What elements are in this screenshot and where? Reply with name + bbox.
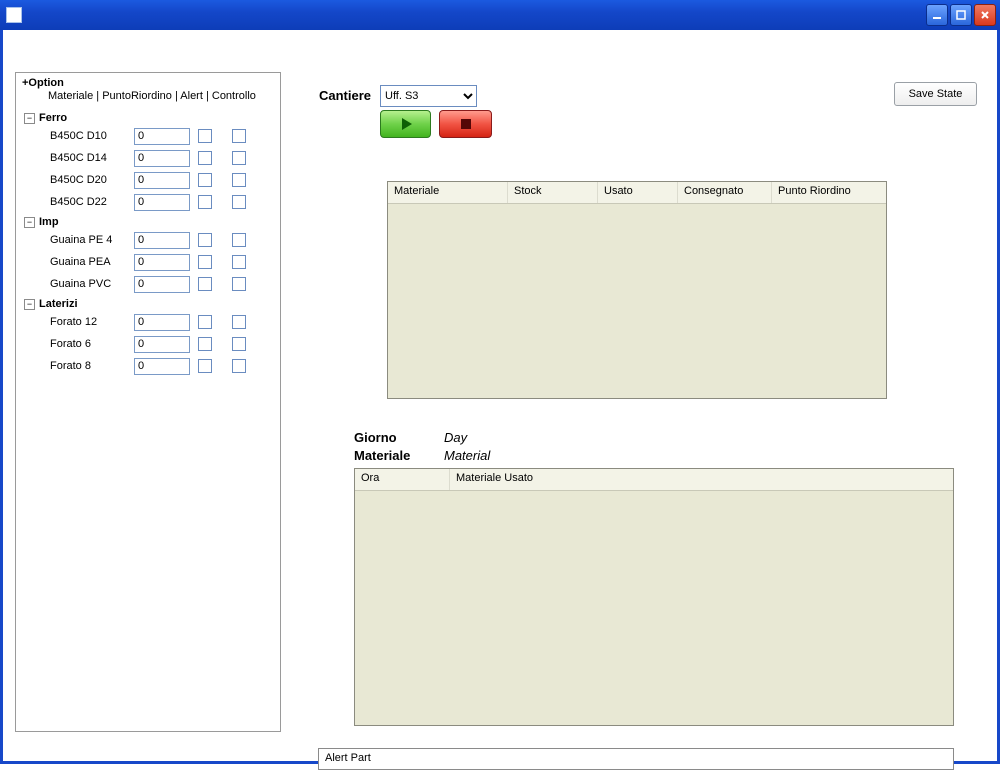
play-button[interactable] [380,110,431,138]
item-value-input[interactable] [134,314,190,331]
col-materiale-usato[interactable]: Materiale Usato [450,469,953,490]
cantiere-label: Cantiere [319,88,371,103]
category-label: Ferro [39,112,67,124]
item-checkbox-2[interactable] [232,151,246,165]
tree-category: −Imp Guaina PE 4 Guaina PEA Guaina PVC [24,216,274,294]
collapse-icon[interactable]: − [24,113,35,124]
giorno-label: Giorno [354,430,424,445]
item-checkbox-2[interactable] [232,233,246,247]
materiale-label: Materiale [354,448,424,463]
stop-button[interactable] [439,110,492,138]
item-checkbox-1[interactable] [198,337,212,351]
tree-category: −Ferro B450C D10 B450C D14 B450C D20 B450C D… [24,112,274,212]
item-label: Guaina PVC [50,278,126,290]
item-label: Guaina PEA [50,256,126,268]
tree-item-row: B450C D22 [24,192,274,212]
item-checkbox-1[interactable] [198,277,212,291]
item-value-input[interactable] [134,128,190,145]
item-value-input[interactable] [134,358,190,375]
col-materiale[interactable]: Materiale [388,182,508,203]
option-tabs[interactable]: Materiale | PuntoRiordino | Alert | Cont… [22,90,274,102]
category-label: Laterizi [39,298,78,310]
giorno-value: Day [444,430,467,445]
close-button[interactable] [974,4,996,26]
tree-item-row: Forato 6 [24,334,274,354]
app-icon [6,7,22,23]
col-punto-riordino[interactable]: Punto Riordino [772,182,886,203]
tree-item-row: Forato 8 [24,356,274,376]
window-titlebar [0,0,1000,30]
collapse-icon[interactable]: − [24,299,35,310]
tree-category-toggle[interactable]: −Imp [24,216,274,228]
item-value-input[interactable] [134,194,190,211]
item-label: B450C D22 [50,196,126,208]
tree-category-toggle[interactable]: −Ferro [24,112,274,124]
usage-grid-header: Ora Materiale Usato [355,469,953,491]
tree-item-row: B450C D14 [24,148,274,168]
save-state-button[interactable]: Save State [894,82,977,106]
item-checkbox-2[interactable] [232,359,246,373]
option-title: +Option [22,77,274,89]
cantiere-select[interactable]: Uff. S3 [380,85,477,107]
item-value-input[interactable] [134,150,190,167]
category-label: Imp [39,216,59,228]
item-checkbox-1[interactable] [198,359,212,373]
item-label: Forato 8 [50,360,126,372]
col-ora[interactable]: Ora [355,469,450,490]
tree-item-row: Guaina PVC [24,274,274,294]
item-checkbox-2[interactable] [232,173,246,187]
minimize-button[interactable] [926,4,948,26]
maximize-button[interactable] [950,4,972,26]
item-checkbox-1[interactable] [198,195,212,209]
collapse-icon[interactable]: − [24,217,35,228]
item-checkbox-1[interactable] [198,173,212,187]
item-checkbox-2[interactable] [232,255,246,269]
tree-item-row: Guaina PEA [24,252,274,272]
item-label: B450C D20 [50,174,126,186]
item-value-input[interactable] [134,172,190,189]
item-value-input[interactable] [134,254,190,271]
tree-item-row: Forato 12 [24,312,274,332]
item-label: Forato 6 [50,338,126,350]
item-value-input[interactable] [134,276,190,293]
item-label: Guaina PE 4 [50,234,126,246]
item-checkbox-1[interactable] [198,151,212,165]
alert-box: Alert Part [318,748,954,770]
item-checkbox-2[interactable] [232,129,246,143]
tree-item-row: B450C D20 [24,170,274,190]
giorno-row: Giorno Day [354,430,467,445]
item-value-input[interactable] [134,232,190,249]
col-consegnato[interactable]: Consegnato [678,182,772,203]
item-label: B450C D10 [50,130,126,142]
item-checkbox-2[interactable] [232,315,246,329]
usage-grid[interactable]: Ora Materiale Usato [354,468,954,726]
item-value-input[interactable] [134,336,190,353]
item-checkbox-2[interactable] [232,337,246,351]
materiale-row: Materiale Material [354,448,490,463]
item-checkbox-1[interactable] [198,129,212,143]
item-checkbox-1[interactable] [198,315,212,329]
tree-item-row: Guaina PE 4 [24,230,274,250]
col-stock[interactable]: Stock [508,182,598,203]
material-tree: −FerroB450C D10B450C D14B450C D20B450C D… [16,102,280,382]
tree-category: −Laterizi Forato 12 Forato 6 Forato 8 [24,298,274,376]
materiale-value: Material [444,448,490,463]
tree-category-toggle[interactable]: −Laterizi [24,298,274,310]
item-checkbox-1[interactable] [198,255,212,269]
stock-grid[interactable]: Materiale Stock Usato Consegnato Punto R… [387,181,887,399]
col-usato[interactable]: Usato [598,182,678,203]
tree-item-row: B450C D10 [24,126,274,146]
window-client: +Option Materiale | PuntoRiordino | Aler… [0,30,1000,764]
item-label: B450C D14 [50,152,126,164]
item-label: Forato 12 [50,316,126,328]
option-panel: +Option Materiale | PuntoRiordino | Aler… [15,72,281,732]
stock-grid-header: Materiale Stock Usato Consegnato Punto R… [388,182,886,204]
item-checkbox-1[interactable] [198,233,212,247]
item-checkbox-2[interactable] [232,195,246,209]
item-checkbox-2[interactable] [232,277,246,291]
